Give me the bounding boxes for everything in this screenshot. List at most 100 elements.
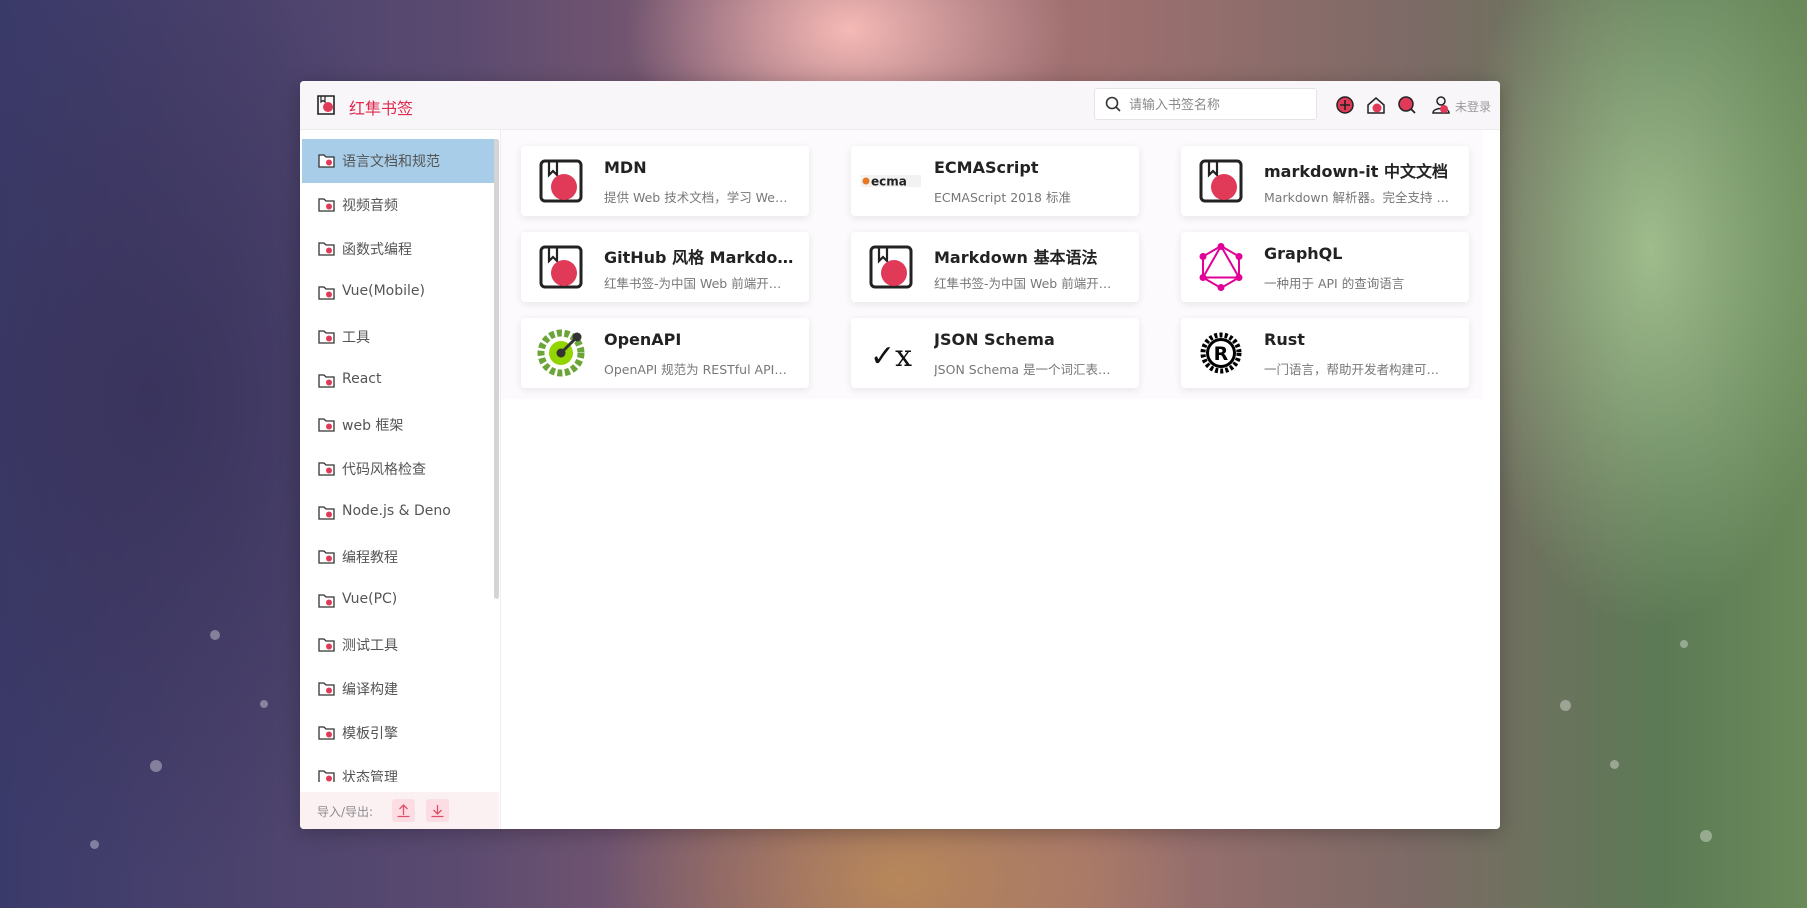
bookmark-title: markdown-it 中文文档 bbox=[1264, 162, 1448, 181]
folder-icon bbox=[318, 770, 335, 782]
sidebar-item-label: web 框架 bbox=[342, 418, 404, 434]
bookmark-card[interactable]: markdown-it 中文文档 Markdown 解析器。完全支持 Commo… bbox=[1181, 146, 1469, 216]
sidebar-item[interactable]: Vue(Mobile) bbox=[302, 271, 495, 315]
rust-logo-icon: R bbox=[1200, 332, 1242, 374]
explore-icon[interactable] bbox=[1397, 95, 1417, 115]
sidebar-item-label: 工具 bbox=[342, 330, 370, 346]
folder-icon bbox=[318, 506, 335, 520]
sidebar-item[interactable]: Node.js & Deno bbox=[302, 491, 495, 535]
svg-text:{✓x}: {✓x} bbox=[867, 339, 915, 374]
bookmark-title: GraphQL bbox=[1264, 244, 1343, 263]
bookmark-card[interactable]: ecma ECMAScript ECMAScript 2018 标准 bbox=[851, 146, 1139, 216]
folder-icon bbox=[318, 154, 335, 168]
bookmark-description: 红隼书签-为中国 Web 前端开发人员提供优质书签 bbox=[604, 276, 789, 291]
folder-icon bbox=[318, 550, 335, 564]
bookmark-title: Markdown 基本语法 bbox=[934, 248, 1098, 267]
sidebar-item-label: 测试工具 bbox=[342, 638, 398, 654]
category-sidebar: 语言文档和规范 视频音频 函数式编程 Vue(Mobile) 工具 React bbox=[300, 130, 501, 829]
sidebar-item-label: React bbox=[342, 371, 382, 387]
app-title[interactable]: 红隼书签 bbox=[349, 95, 413, 119]
bookmark-card[interactable]: R Rust 一门语言，帮助开发者构建可靠且高效的软件 bbox=[1181, 318, 1469, 388]
import-button[interactable] bbox=[392, 799, 415, 822]
bookmark-description: 一门语言，帮助开发者构建可靠且高效的软件 bbox=[1264, 362, 1449, 377]
sidebar-item-label: Vue(PC) bbox=[342, 591, 398, 607]
folder-icon bbox=[318, 462, 335, 476]
import-export-bar: 导入/导出: bbox=[300, 792, 499, 829]
folder-icon bbox=[318, 726, 335, 740]
sidebar-item-label: 状态管理 bbox=[342, 770, 398, 782]
bookmark-description: JSON Schema 是一个词汇表，可用于注释和验证 JSON 文档 bbox=[934, 362, 1119, 377]
folder-icon bbox=[318, 374, 335, 388]
bookmark-logo-icon bbox=[539, 245, 583, 289]
sidebar-item[interactable]: React bbox=[302, 359, 495, 403]
search-box bbox=[1094, 88, 1317, 120]
bookmark-title: MDN bbox=[604, 158, 647, 177]
sidebar-item[interactable]: Vue(PC) bbox=[302, 579, 495, 623]
sidebar-item[interactable]: 编程教程 bbox=[302, 535, 495, 579]
sidebar-item-label: 视频音频 bbox=[342, 198, 398, 214]
search-icon bbox=[1105, 96, 1121, 112]
bookmark-title: GitHub 风格 Markdown 规范 bbox=[604, 248, 799, 267]
sidebar-item-label: 语言文档和规范 bbox=[342, 154, 440, 170]
sidebar-item-label: Node.js & Deno bbox=[342, 503, 451, 519]
folder-icon bbox=[318, 682, 335, 696]
login-status-label: 未登录 bbox=[1455, 100, 1492, 114]
bookmark-description: 红隼书签-为中国 Web 前端开发人员提供优质书签 bbox=[934, 276, 1119, 291]
download-icon bbox=[431, 805, 444, 818]
sidebar-item[interactable]: web 框架 bbox=[302, 403, 495, 447]
bookmark-description: ECMAScript 2018 标准 bbox=[934, 190, 1071, 205]
bookmark-card[interactable]: GitHub 风格 Markdown 规范 红隼书签-为中国 Web 前端开发人… bbox=[521, 232, 809, 302]
folder-icon bbox=[318, 418, 335, 432]
svg-text:ecma: ecma bbox=[871, 175, 907, 189]
user-icon bbox=[1432, 96, 1450, 114]
sidebar-item[interactable]: 函数式编程 bbox=[302, 227, 495, 271]
bookmark-description: OpenAPI 规范为 RESTful API 定义了一个标准接口 bbox=[604, 362, 789, 377]
sidebar-item-label: 编译构建 bbox=[342, 682, 398, 698]
home-icon[interactable] bbox=[1366, 95, 1386, 115]
sidebar-item[interactable]: 视频音频 bbox=[302, 183, 495, 227]
sidebar-item[interactable]: 测试工具 bbox=[302, 623, 495, 667]
category-list: 语言文档和规范 视频音频 函数式编程 Vue(Mobile) 工具 React bbox=[302, 139, 495, 782]
sidebar-item[interactable]: 工具 bbox=[302, 315, 495, 359]
ecma-logo-icon: ecma bbox=[861, 175, 921, 189]
folder-icon bbox=[318, 286, 335, 300]
svg-text:R: R bbox=[1214, 343, 1229, 365]
sidebar-item-label: 模板引擎 bbox=[342, 726, 398, 742]
bookmark-title: OpenAPI bbox=[604, 330, 682, 349]
sidebar-item[interactable]: 编译构建 bbox=[302, 667, 495, 711]
bookmark-card[interactable]: GraphQL 一种用于 API 的查询语言 bbox=[1181, 232, 1469, 302]
folder-icon bbox=[318, 638, 335, 652]
bookmark-card[interactable]: Markdown 基本语法 红隼书签-为中国 Web 前端开发人员提供优质书签 bbox=[851, 232, 1139, 302]
sidebar-item[interactable]: 语言文档和规范 bbox=[302, 139, 495, 183]
upload-icon bbox=[397, 804, 410, 818]
app-window: 红隼书签 未登录 bbox=[300, 81, 1500, 829]
header-bar: 红隼书签 未登录 bbox=[300, 81, 1500, 130]
export-button[interactable] bbox=[426, 799, 449, 822]
sidebar-item-label: 编程教程 bbox=[342, 550, 398, 566]
folder-icon bbox=[318, 198, 335, 212]
bookmark-logo-icon bbox=[539, 159, 583, 203]
search-input[interactable] bbox=[1127, 94, 1311, 116]
sidebar-scrollbar[interactable] bbox=[494, 139, 499, 599]
bookmark-description: 提供 Web 技术文档，学习 Web 开发的最佳实践 bbox=[604, 190, 789, 205]
bookmark-card[interactable]: MDN 提供 Web 技术文档，学习 Web 开发的最佳实践 bbox=[521, 146, 809, 216]
sidebar-item-label: 代码风格检查 bbox=[342, 462, 426, 478]
json-schema-logo-icon: {✓x} bbox=[867, 339, 915, 374]
bookmark-title: ECMAScript bbox=[934, 158, 1039, 177]
bookmark-title: Rust bbox=[1264, 330, 1305, 349]
folder-icon bbox=[318, 594, 335, 608]
openapi-logo-icon bbox=[537, 329, 585, 377]
bookmark-area: MDN 提供 Web 技术文档，学习 Web 开发的最佳实践 ecma ECMA… bbox=[501, 130, 1500, 829]
bookmark-title: JSON Schema bbox=[934, 330, 1055, 349]
add-bookmark-icon[interactable] bbox=[1335, 95, 1355, 115]
bookmark-grid: MDN 提供 Web 技术文档，学习 Web 开发的最佳实践 ecma ECMA… bbox=[501, 130, 1483, 399]
folder-icon bbox=[318, 242, 335, 256]
sidebar-item[interactable]: 模板引擎 bbox=[302, 711, 495, 755]
bookmark-card[interactable]: OpenAPI OpenAPI 规范为 RESTful API 定义了一个标准接… bbox=[521, 318, 809, 388]
sidebar-item[interactable]: 状态管理 bbox=[302, 755, 495, 782]
bookmark-logo-icon bbox=[869, 245, 913, 289]
app-logo-icon bbox=[317, 95, 335, 115]
bookmark-card[interactable]: {✓x} JSON Schema JSON Schema 是一个词汇表，可用于注… bbox=[851, 318, 1139, 388]
sidebar-item-label: Vue(Mobile) bbox=[342, 283, 425, 299]
sidebar-item[interactable]: 代码风格检查 bbox=[302, 447, 495, 491]
